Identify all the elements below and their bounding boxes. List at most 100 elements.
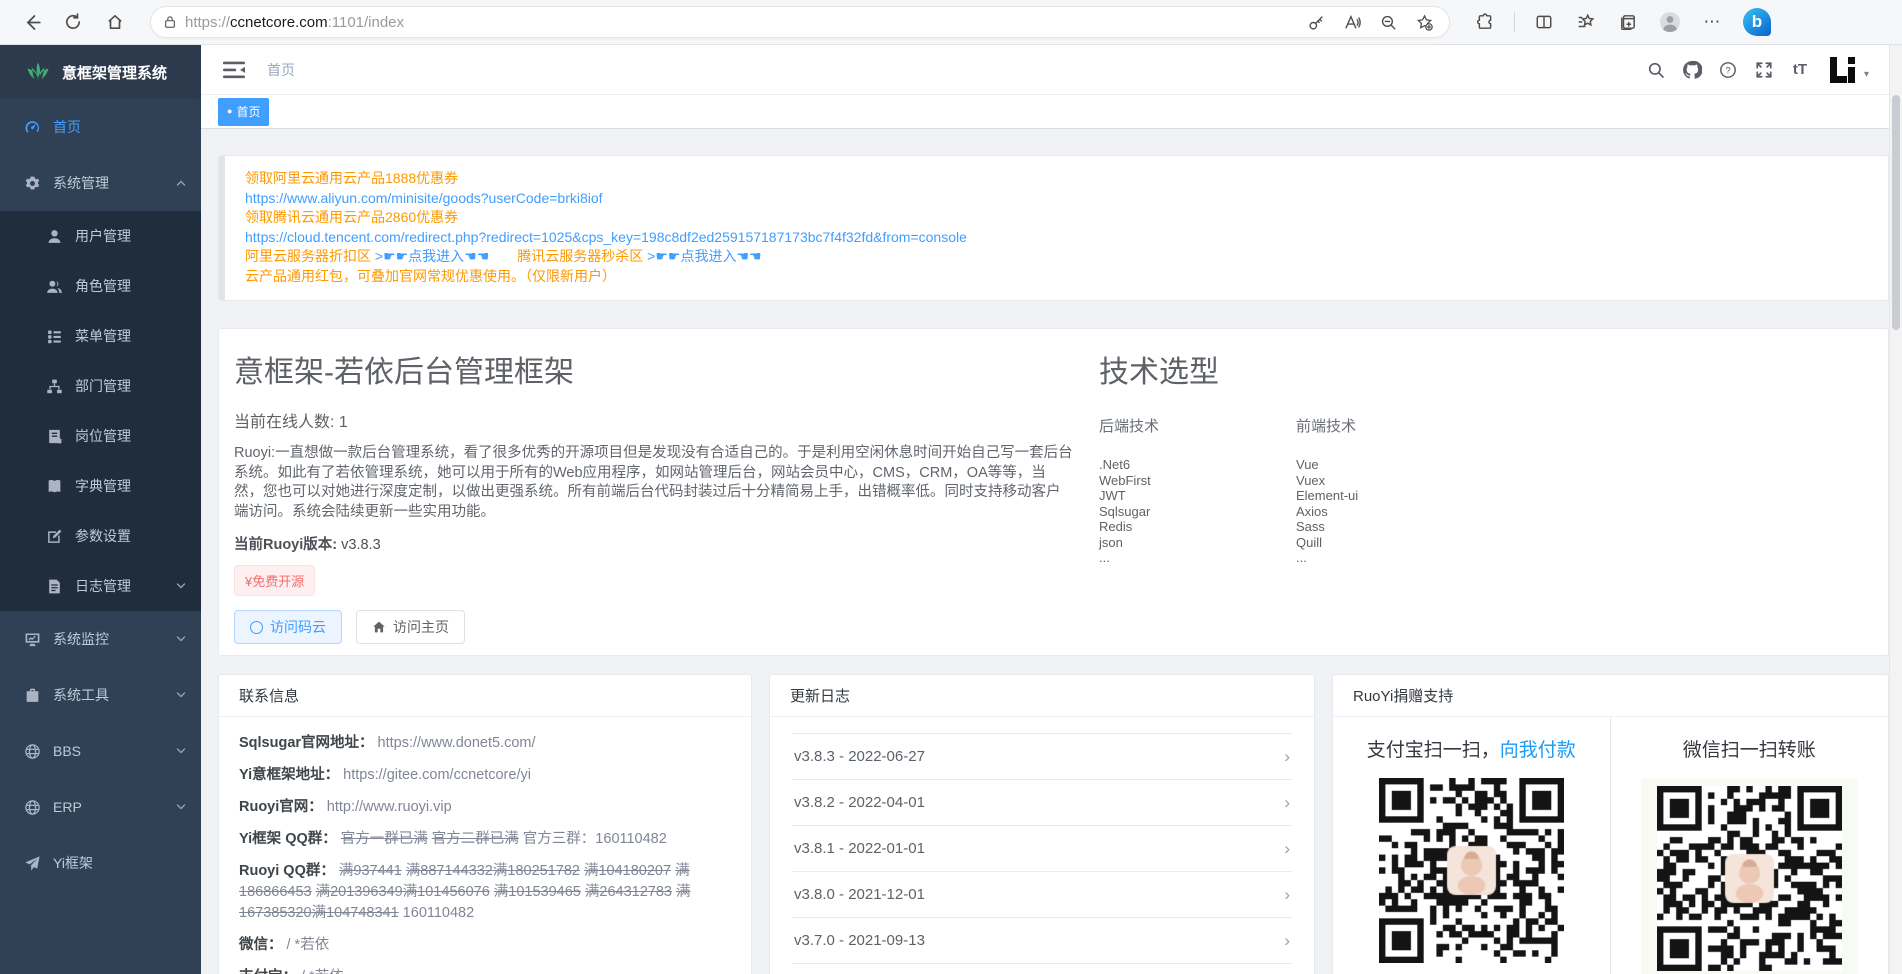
contact-value-struck: 满104748341 [312,905,399,921]
user-avatar[interactable] [1828,55,1858,85]
contact-value-struck: 满887144332 [406,863,493,879]
contact-row: Yi意框架地址：https://gitee.com/ccnetcore/yi [239,765,731,786]
sidebar-item-param-settings[interactable]: 参数设置 [0,511,201,561]
tag-home[interactable]: ● 首页 [218,98,269,126]
toolbar-divider [1514,12,1515,32]
address-bar[interactable]: https://ccnetcore.com:1101/index [150,6,1450,38]
changelog-card: 更新日志 v3.8.3 - 2022-06-27›v3.8.2 - 2022-0… [769,674,1315,974]
font-size-icon[interactable]: tT [1788,58,1812,82]
page-scrollbar[interactable] [1889,45,1902,974]
scrollbar-thumb[interactable] [1892,95,1900,330]
sidebar-item-dept-management[interactable]: 部门管理 [0,361,201,411]
url-text: https://ccnetcore.com:1101/index [185,14,404,31]
sidebar-item-bbs[interactable]: BBS [0,723,201,779]
visit-homepage-button[interactable]: 访问主页 [356,610,465,644]
password-key-icon[interactable] [1303,9,1329,35]
sidebar-item-dict-management[interactable]: 字典管理 [0,461,201,511]
fullscreen-icon[interactable] [1752,58,1776,82]
lock-icon[interactable] [163,15,177,29]
avatar-caret-icon[interactable]: ▾ [1864,69,1869,80]
contact-value: / *若依 [301,969,344,974]
sidebar-item-menu-management[interactable]: 菜单管理 [0,311,201,361]
add-favorite-star-icon[interactable] [1411,9,1437,35]
sidebar-logo[interactable]: 意框架管理系统 [0,45,201,99]
sidebar-item-system-tools[interactable]: 系统工具 [0,667,201,723]
notice-text: 阿里云服务器折扣区 [245,248,375,264]
changelog-item[interactable]: v3.8.1 - 2022-01-01› [792,826,1292,872]
wechat-section: 微信扫一扫转账 [1611,717,1889,974]
changelog-item[interactable]: v3.7.0 - 2021-09-13› [792,918,1292,964]
sidebar-item-system-management[interactable]: 系统管理 [0,155,201,211]
browser-home-icon[interactable] [100,7,130,37]
notice-line: 云产品通用红包，可叠加官网常规优惠使用。（仅限新用户） [245,267,1866,287]
search-icon[interactable] [1644,58,1668,82]
sidebar-item-yi-framework[interactable]: Yi框架 [0,835,201,891]
changelog-item[interactable]: v3.8.0 - 2021-12-01› [792,872,1292,918]
active-dot-icon: ● [227,107,232,116]
backend-tech-title: 后端技术 [1099,415,1296,436]
contact-row: Ruoyi官网：http://www.ruoyi.vip [239,797,731,818]
tags-view-bar: ● 首页 [201,95,1889,129]
sidebar-item-home[interactable]: 首页 [0,99,201,155]
sidebar-item-erp[interactable]: ERP [0,779,201,835]
notice-line: 领取腾讯云通用云产品2860优惠券 [245,208,1866,228]
contact-value-struck: 满101539465 [494,884,581,900]
tech-item: ... [1099,550,1296,566]
contact-value: 160110482 [399,905,475,921]
contact-value: http://www.ruoyi.vip [327,799,452,815]
sidebar-item-label: 岗位管理 [75,426,131,446]
notice-line: 阿里云服务器折扣区 >☛☛点我进入☚☚ 腾讯云服务器秒杀区 >☛☛点我进入☚☚ [245,247,1866,267]
main-content: 领取阿里云通用云产品1888优惠券https://www.aliyun.com/… [201,129,1889,974]
notice-link[interactable]: https://cloud.tencent.com/redirect.php?r… [245,229,967,245]
notice-text: 领取腾讯云通用云产品2860优惠券 [245,209,458,225]
chevron-down-icon [175,745,187,757]
browser-back-icon[interactable] [16,7,46,37]
frontend-tech-title: 前端技术 [1296,415,1493,436]
version-line: 当前Ruoyi版本: v3.8.3 [234,533,1074,554]
notice-link[interactable]: >☛☛点我进入☚☚ [375,248,489,264]
extensions-icon[interactable] [1470,7,1500,37]
users-icon [46,278,63,295]
alipay-title: 支付宝扫一扫，向我付款 [1367,735,1576,762]
sidebar-item-label: 角色管理 [75,276,131,296]
settings-more-icon[interactable]: ⋯ [1697,7,1727,37]
sidebar-item-label: 参数设置 [75,526,131,546]
changelog-item[interactable]: v3.8.3 - 2022-06-27› [792,734,1292,780]
chevron-down-icon [175,689,187,701]
contact-card: 联系信息 Sqlsugar官网地址：https://www.donet5.com… [218,674,752,974]
read-aloud-icon[interactable] [1339,9,1365,35]
github-icon[interactable] [1680,58,1704,82]
contact-row: Yi框架 QQ群：官方一群已满 官方二群已满 官方三群：160110482 [239,829,731,850]
notice-text: 云产品通用红包，可叠加官网常规优惠使用。（仅限新用户） [245,268,616,284]
tech-item: .Net6 [1099,457,1296,473]
sidebar-item-label: 字典管理 [75,476,131,496]
chevron-down-icon [175,633,187,645]
split-screen-icon[interactable] [1529,7,1559,37]
help-question-icon[interactable]: ? [1716,58,1740,82]
sidebar-toggle-icon[interactable] [223,60,245,80]
sidebar-item-log-management[interactable]: 日志管理 [0,561,201,611]
collections-icon[interactable] [1613,7,1643,37]
visit-gitee-button[interactable]: 访问码云 [234,610,342,644]
notice-link[interactable]: https://www.aliyun.com/minisite/goods?us… [245,190,603,206]
sidebar: 意框架管理系统 首页系统管理用户管理角色管理菜单管理部门管理岗位管理字典管理参数… [0,45,201,974]
chevron-down-icon [175,801,187,813]
copilot-bing-icon[interactable]: b [1743,8,1771,36]
breadcrumb[interactable]: 首页 [267,60,295,80]
notice-line: 领取阿里云通用云产品1888优惠券 [245,169,1866,189]
gitee-icon [250,621,263,634]
contact-label: Yi意框架地址： [239,767,339,783]
favorites-icon[interactable] [1571,7,1601,37]
sidebar-item-post-management[interactable]: 岗位管理 [0,411,201,461]
sidebar-item-system-monitor[interactable]: 系统监控 [0,611,201,667]
pay-me-link[interactable]: 向我付款 [1500,740,1576,761]
contact-label: Ruoyi QQ群： [239,863,335,879]
zoom-out-icon[interactable] [1375,9,1401,35]
changelog-item[interactable]: v3.8.2 - 2022-04-01› [792,780,1292,826]
browser-refresh-icon[interactable] [58,7,88,37]
profile-avatar-icon[interactable] [1655,7,1685,37]
notice-link[interactable]: >☛☛点我进入☚☚ [647,248,761,264]
sidebar-item-role-management[interactable]: 角色管理 [0,261,201,311]
sidebar-item-user-management[interactable]: 用户管理 [0,211,201,261]
sidebar-item-label: Yi框架 [53,853,93,873]
